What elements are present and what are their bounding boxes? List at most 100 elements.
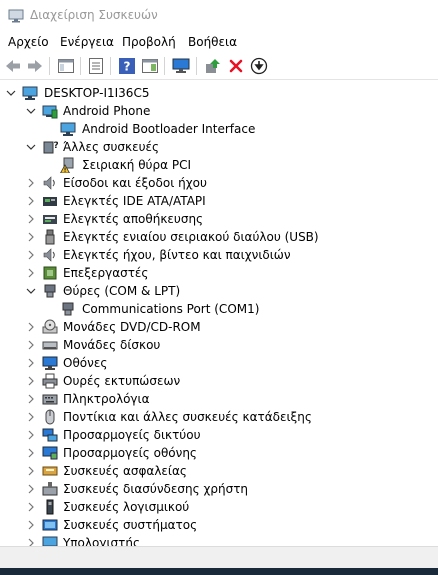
tree-item-label: Ελεγκτές ήχου, βίντεο και παιχνιδιών bbox=[63, 248, 291, 262]
expand-chevron-icon[interactable] bbox=[26, 268, 36, 278]
expand-chevron-icon[interactable] bbox=[26, 358, 36, 368]
tree-item-label: Θύρες (COM & LPT) bbox=[63, 284, 181, 298]
collapse-chevron-icon[interactable] bbox=[26, 106, 36, 116]
tree-root[interactable]: DESKTOP-I1I36C5 bbox=[0, 84, 438, 102]
collapse-chevron-icon[interactable] bbox=[26, 142, 36, 152]
tree-item-label: Μονάδες DVD/CD-ROM bbox=[63, 320, 201, 334]
expand-chevron-icon[interactable] bbox=[26, 232, 36, 242]
tree-category-item[interactable]: Ελεγκτές αποθήκευσης bbox=[0, 210, 438, 228]
dvd-drive-icon bbox=[42, 319, 58, 335]
tree-device-item[interactable]: Communications Port (COM1) bbox=[0, 300, 438, 318]
computer-icon bbox=[42, 535, 58, 546]
tree-item-label: Communications Port (COM1) bbox=[82, 302, 260, 316]
svg-text:?: ? bbox=[124, 60, 131, 74]
tree-category-item[interactable]: Θύρες (COM & LPT) bbox=[0, 282, 438, 300]
tree-category-item[interactable]: Οθόνες bbox=[0, 354, 438, 372]
tree-category-item[interactable]: Προσαρμογείς οθόνης bbox=[0, 444, 438, 462]
tree-category-item[interactable]: Επεξεργαστές bbox=[0, 264, 438, 282]
tree-item-label: Ελεγκτές αποθήκευσης bbox=[63, 212, 204, 226]
taskbar-strip bbox=[0, 568, 438, 575]
tree-device-item[interactable]: Android Bootloader Interface bbox=[0, 120, 438, 138]
toolbar-separator bbox=[110, 57, 111, 75]
tree-device-item[interactable]: Σειριακή θύρα PCI bbox=[0, 156, 438, 174]
keyboard-icon bbox=[42, 391, 58, 407]
expand-chevron-icon[interactable] bbox=[26, 322, 36, 332]
computer-icon bbox=[22, 85, 38, 101]
usb-icon bbox=[42, 229, 58, 245]
tree-category-item[interactable]: Πληκτρολόγια bbox=[0, 390, 438, 408]
network-adapter-icon bbox=[42, 427, 58, 443]
title-bar: Διαχείριση Συσκευών bbox=[0, 0, 438, 32]
expand-chevron-icon[interactable] bbox=[26, 394, 36, 404]
expand-chevron-icon[interactable] bbox=[26, 538, 36, 546]
tree-category-item[interactable]: Ποντίκια και άλλες συσκευές κατάδειξης bbox=[0, 408, 438, 426]
collapse-chevron-icon[interactable] bbox=[6, 88, 16, 98]
disk-drive-icon bbox=[42, 337, 58, 353]
expand-chevron-icon[interactable] bbox=[26, 376, 36, 386]
software-device-icon bbox=[42, 499, 58, 515]
tree-item-label: Android Bootloader Interface bbox=[82, 122, 256, 136]
ports-icon bbox=[42, 283, 58, 299]
expand-chevron-icon[interactable] bbox=[26, 340, 36, 350]
expand-chevron-icon[interactable] bbox=[26, 430, 36, 440]
uninstall-icon[interactable] bbox=[226, 56, 246, 76]
tree-item-label: Ελεγκτές ενιαίου σειριακού διαύλου (USB) bbox=[63, 230, 319, 244]
toolbar-separator bbox=[164, 57, 165, 75]
update-driver-icon[interactable] bbox=[203, 56, 223, 76]
properties-icon[interactable] bbox=[86, 56, 106, 76]
other-devices-icon: ? bbox=[42, 139, 58, 155]
expand-chevron-icon[interactable] bbox=[26, 448, 36, 458]
tree-item-label: Είσοδοι και έξοδοι ήχου bbox=[63, 176, 207, 190]
monitor-scan-icon[interactable] bbox=[171, 56, 191, 76]
menu-view[interactable]: Προβολή bbox=[122, 35, 176, 49]
tree-category-item[interactable]: Ουρές εκτυπώσεων bbox=[0, 372, 438, 390]
storage-controller-icon bbox=[42, 211, 58, 227]
expand-chevron-icon[interactable] bbox=[26, 196, 36, 206]
toolbar-separator bbox=[49, 57, 50, 75]
menu-help[interactable]: Βοήθεια bbox=[188, 35, 237, 49]
expand-chevron-icon[interactable] bbox=[26, 214, 36, 224]
forward-icon[interactable] bbox=[25, 56, 45, 76]
tree-category-item[interactable]: ? Άλλες συσκευές bbox=[0, 138, 438, 156]
menu-action[interactable]: Ενέργεια bbox=[60, 35, 114, 49]
device-tree: DESKTOP-I1I36C5 Android Phone Android Boo… bbox=[0, 80, 438, 546]
tree-category-item[interactable]: Συσκευές διασύνδεσης χρήστη bbox=[0, 480, 438, 498]
expand-chevron-icon[interactable] bbox=[26, 484, 36, 494]
processor-icon bbox=[42, 265, 58, 281]
menu-file[interactable]: Αρχείο bbox=[8, 35, 49, 49]
back-icon[interactable] bbox=[3, 56, 23, 76]
tree-category-item[interactable]: Υπολογιστής bbox=[0, 534, 438, 546]
expand-chevron-icon[interactable] bbox=[26, 178, 36, 188]
help-icon[interactable]: ? bbox=[117, 56, 137, 76]
tree-category-item[interactable]: Ελεγκτές ενιαίου σειριακού διαύλου (USB) bbox=[0, 228, 438, 246]
tree-category-item[interactable]: Προσαρμογείς δικτύου bbox=[0, 426, 438, 444]
action-pane-icon[interactable] bbox=[140, 56, 160, 76]
tree-category-item[interactable]: Είσοδοι και έξοδοι ήχου bbox=[0, 174, 438, 192]
expand-chevron-icon[interactable] bbox=[26, 520, 36, 530]
status-bar bbox=[0, 546, 438, 569]
expand-chevron-icon[interactable] bbox=[26, 502, 36, 512]
hid-icon bbox=[42, 481, 58, 497]
tree-category-item[interactable]: Ελεγκτές IDE ATA/ATAPI bbox=[0, 192, 438, 210]
tree-category-item[interactable]: Μονάδες DVD/CD-ROM bbox=[0, 318, 438, 336]
tree-category-item[interactable]: Συσκευές ασφαλείας bbox=[0, 462, 438, 480]
download-driver-icon[interactable] bbox=[249, 56, 269, 76]
tree-category-item[interactable]: Ελεγκτές ήχου, βίντεο και παιχνιδιών bbox=[0, 246, 438, 264]
sound-video-icon bbox=[42, 247, 58, 263]
collapse-chevron-icon[interactable] bbox=[26, 286, 36, 296]
tree-category-item[interactable]: Συσκευές συστήματος bbox=[0, 516, 438, 534]
com-port-icon bbox=[60, 301, 76, 317]
menu-bar: Αρχείο Ενέργεια Προβολή Βοήθεια bbox=[0, 32, 438, 52]
expand-chevron-icon[interactable] bbox=[26, 466, 36, 476]
tree-category-item[interactable]: Android Phone bbox=[0, 102, 438, 120]
tree-item-label: Συσκευές ασφαλείας bbox=[63, 464, 187, 478]
android-phone-icon bbox=[42, 103, 58, 119]
tree-view-icon[interactable] bbox=[56, 56, 76, 76]
expand-chevron-icon[interactable] bbox=[26, 412, 36, 422]
tree-category-item[interactable]: Μονάδες δίσκου bbox=[0, 336, 438, 354]
tree-item-label: Ουρές εκτυπώσεων bbox=[63, 374, 181, 388]
expand-chevron-icon[interactable] bbox=[26, 250, 36, 260]
tree-item-label: Συσκευές συστήματος bbox=[63, 518, 198, 532]
mouse-icon bbox=[42, 409, 58, 425]
tree-category-item[interactable]: Συσκευές λογισμικού bbox=[0, 498, 438, 516]
